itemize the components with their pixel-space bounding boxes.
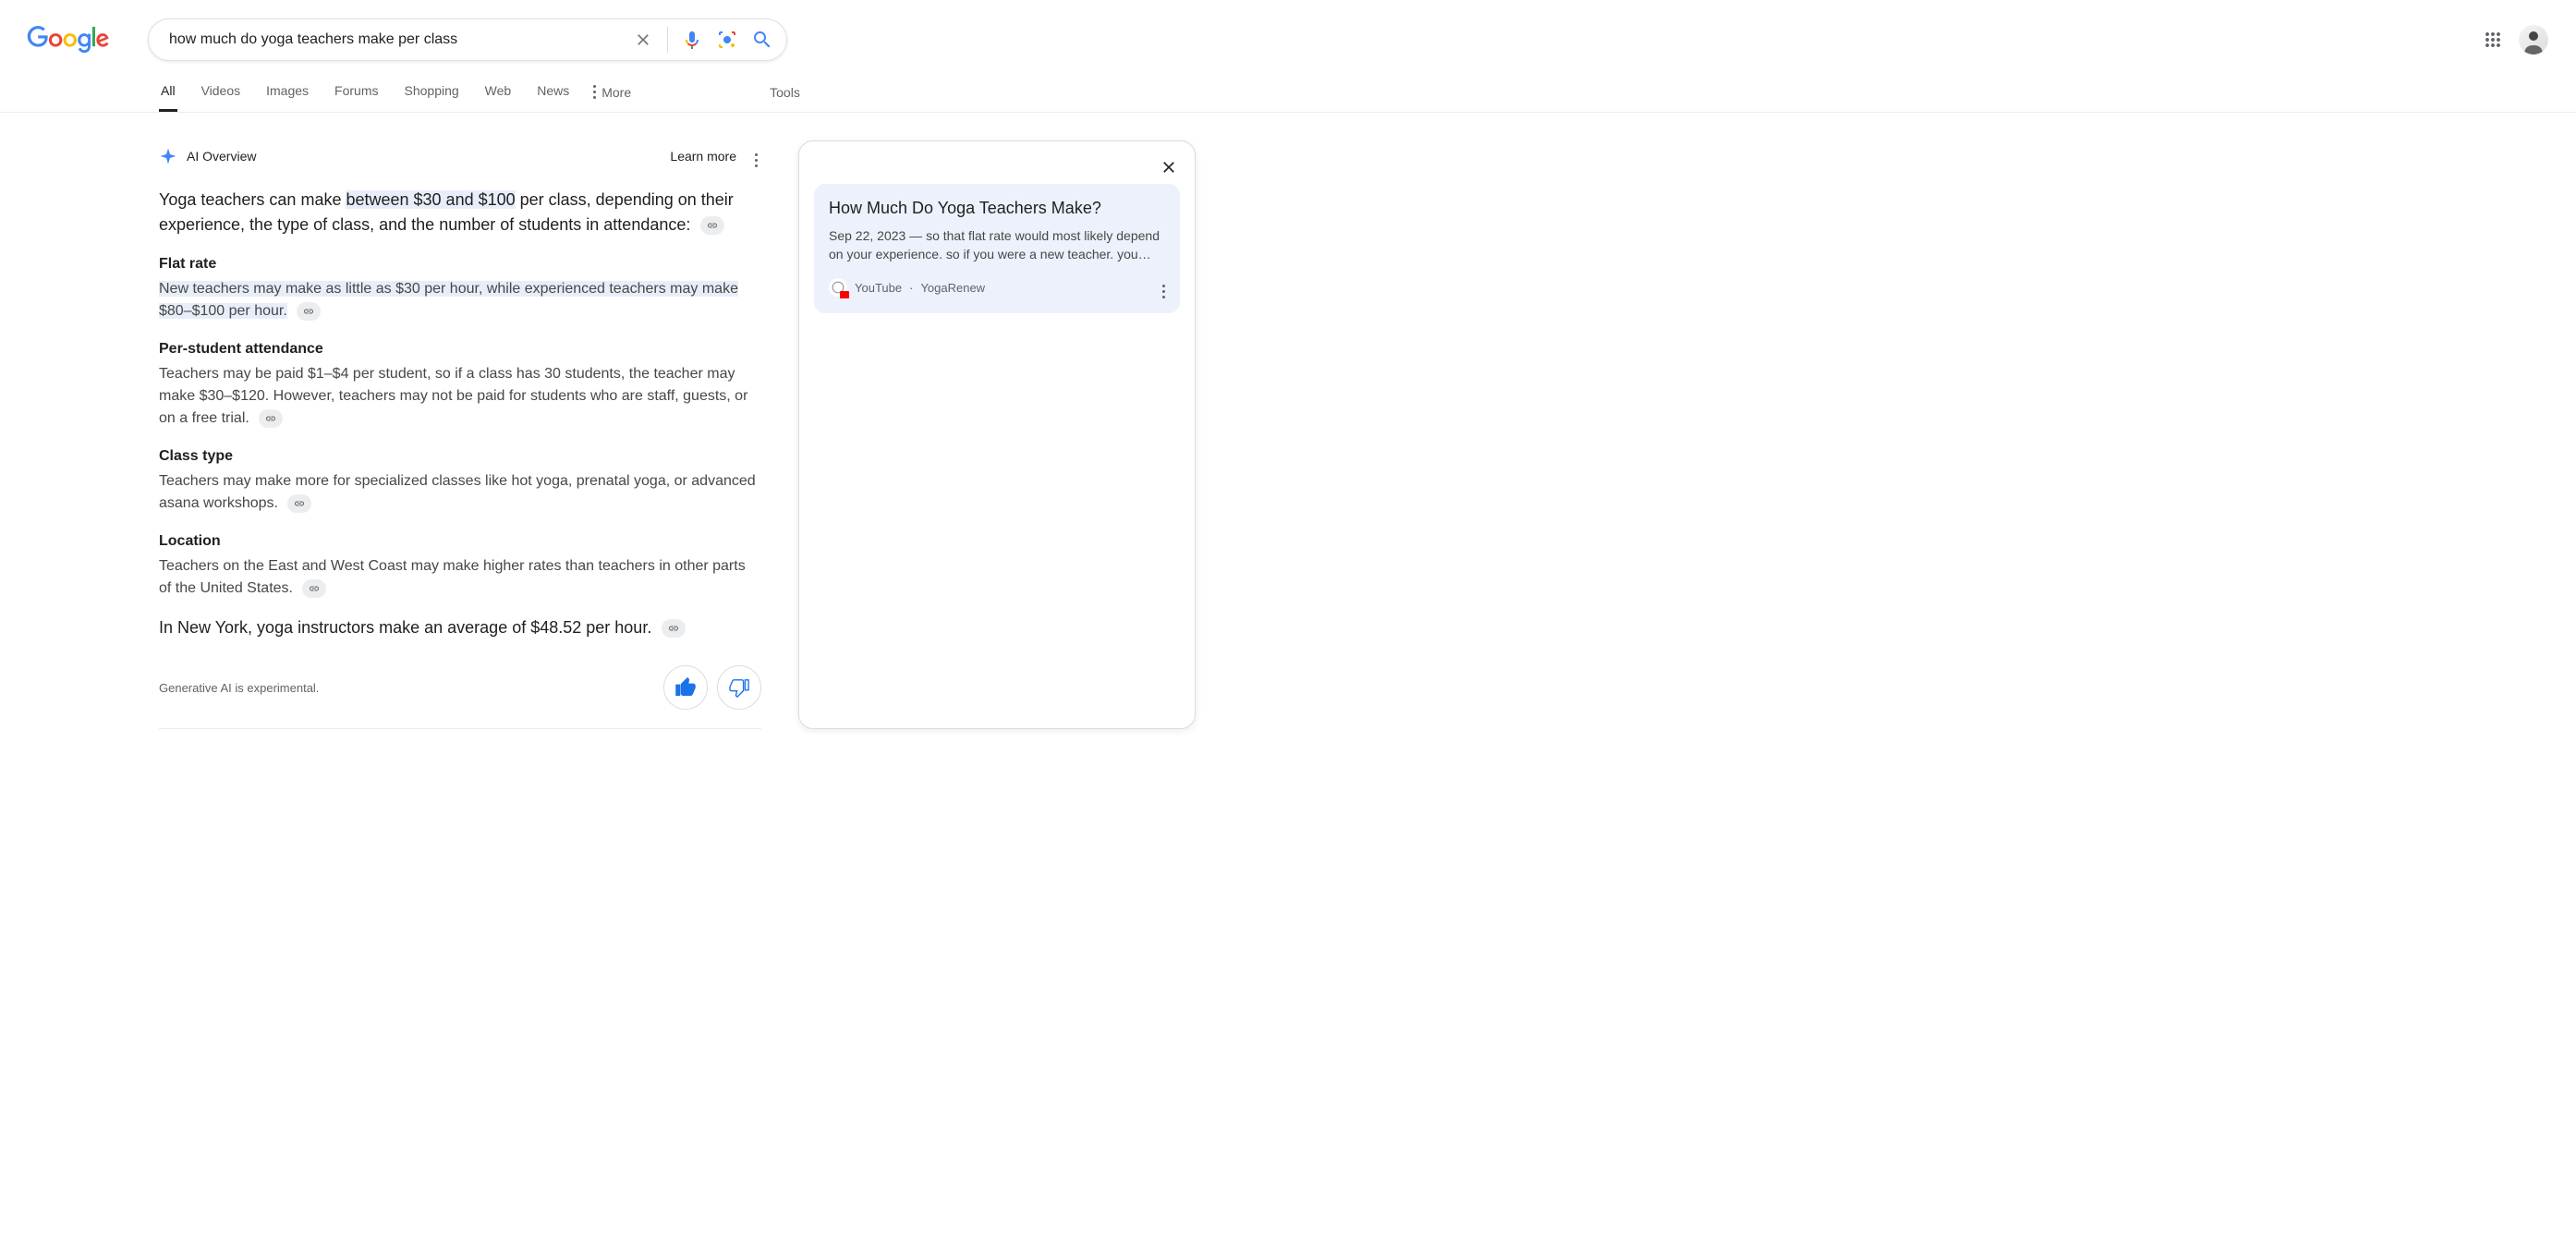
tab-images[interactable]: Images xyxy=(264,83,310,112)
google-logo[interactable] xyxy=(26,26,111,54)
section-body: Teachers on the East and West Coast may … xyxy=(159,558,746,596)
citation-link-icon[interactable] xyxy=(297,302,321,321)
section-title: Class type xyxy=(159,448,761,465)
tab-videos[interactable]: Videos xyxy=(200,83,243,112)
source-title: How Much Do Yoga Teachers Make? xyxy=(829,199,1165,218)
ai-disclaimer: Generative AI is experimental. xyxy=(159,681,319,695)
citation-link-icon[interactable] xyxy=(662,619,686,638)
clear-icon[interactable] xyxy=(632,29,654,51)
source-site: YouTube xyxy=(855,281,902,295)
ai-closing-line: In New York, yoga instructors make an av… xyxy=(159,618,761,638)
close-icon[interactable] xyxy=(1156,154,1182,185)
section-title: Flat rate xyxy=(159,256,761,273)
source-author: YogaRenew xyxy=(920,281,985,295)
thumbs-down-button[interactable] xyxy=(717,665,761,710)
youtube-favicon-icon xyxy=(829,278,847,297)
learn-more-link[interactable]: Learn more xyxy=(670,149,736,164)
thumbs-up-button[interactable] xyxy=(663,665,708,710)
source-description: Sep 22, 2023 — so that flat rate would m… xyxy=(829,227,1165,263)
source-menu-icon[interactable] xyxy=(1162,276,1165,298)
ai-overview-badge: AI Overview xyxy=(159,147,256,165)
section-body: New teachers may make as little as $30 p… xyxy=(159,281,738,319)
section-body: Teachers may make more for specialized c… xyxy=(159,473,756,511)
ai-overview-intro: Yoga teachers can make between $30 and $… xyxy=(159,188,761,237)
section-title: Location xyxy=(159,533,761,550)
ai-section: Class type Teachers may make more for spe… xyxy=(159,448,761,515)
ai-section: Location Teachers on the East and West Co… xyxy=(159,533,761,600)
tab-news[interactable]: News xyxy=(535,83,571,112)
ai-sparkle-icon xyxy=(159,147,177,165)
search-box xyxy=(148,18,787,61)
citation-link-icon[interactable] xyxy=(700,216,724,235)
tab-shopping[interactable]: Shopping xyxy=(403,83,461,112)
tab-web[interactable]: Web xyxy=(483,83,514,112)
search-icon[interactable] xyxy=(751,29,773,51)
tab-more[interactable]: More xyxy=(593,85,631,111)
search-input[interactable] xyxy=(162,31,632,48)
ai-section: Per-student attendance Teachers may be pa… xyxy=(159,341,761,430)
citation-link-icon[interactable] xyxy=(287,494,311,513)
source-card[interactable]: How Much Do Yoga Teachers Make? Sep 22, … xyxy=(814,184,1180,313)
ai-section: Flat rate New teachers may make as little… xyxy=(159,256,761,322)
tools-button[interactable]: Tools xyxy=(770,85,800,111)
citation-link-icon[interactable] xyxy=(259,409,283,428)
lens-search-icon[interactable] xyxy=(716,29,738,51)
ai-overview-menu-icon[interactable] xyxy=(751,140,761,171)
tab-forums[interactable]: Forums xyxy=(333,83,380,112)
tab-all[interactable]: All xyxy=(159,83,177,112)
source-panel: How Much Do Yoga Teachers Make? Sep 22, … xyxy=(798,140,1196,729)
citation-link-icon[interactable] xyxy=(302,579,326,598)
nav-tabs: All Videos Images Forums Shopping Web Ne… xyxy=(0,83,2576,113)
section-title: Per-student attendance xyxy=(159,341,761,358)
apps-icon[interactable] xyxy=(2482,29,2504,51)
avatar[interactable] xyxy=(2519,25,2548,55)
voice-search-icon[interactable] xyxy=(681,29,703,51)
section-body: Teachers may be paid $1–$4 per student, … xyxy=(159,366,747,426)
